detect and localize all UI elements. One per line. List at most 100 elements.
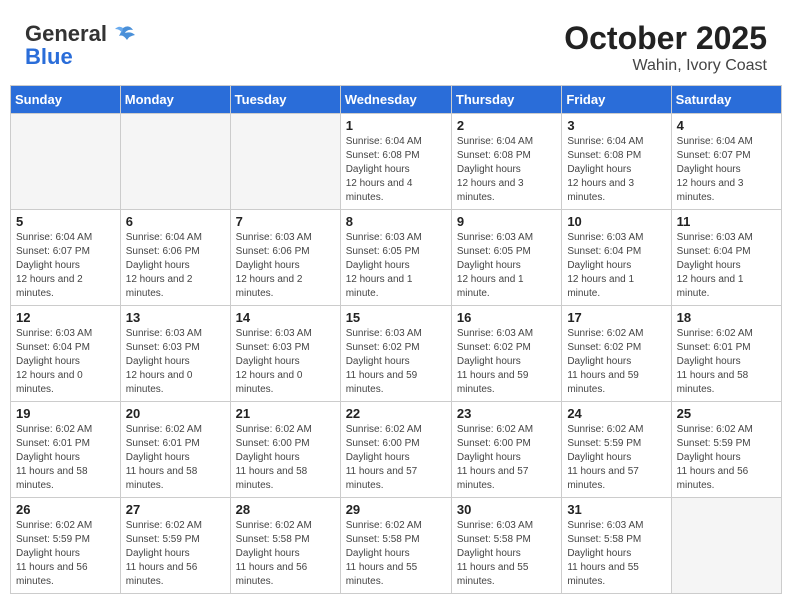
calendar-cell: 14 Sunrise: 6:03 AMSunset: 6:03 PMDayligh… — [230, 306, 340, 402]
calendar-cell: 17 Sunrise: 6:02 AMSunset: 6:02 PMDayligh… — [562, 306, 671, 402]
day-info: Sunrise: 6:03 AMSunset: 6:04 PMDaylight … — [16, 327, 115, 397]
logo: General Blue — [25, 20, 137, 70]
day-info: Sunrise: 6:02 AMSunset: 6:02 PMDaylight … — [567, 327, 665, 397]
day-info: Sunrise: 6:04 AMSunset: 6:07 PMDaylight … — [16, 231, 115, 301]
day-number: 23 — [457, 406, 556, 421]
day-number: 30 — [457, 502, 556, 517]
month-title: October 2025 — [564, 20, 767, 57]
calendar-table: SundayMondayTuesdayWednesdayThursdayFrid… — [10, 85, 782, 594]
day-info: Sunrise: 6:04 AMSunset: 6:08 PMDaylight … — [567, 135, 665, 205]
day-number: 10 — [567, 214, 665, 229]
calendar-cell: 3 Sunrise: 6:04 AMSunset: 6:08 PMDaylight… — [562, 114, 671, 210]
weekday-header-sunday: Sunday — [11, 86, 121, 114]
calendar-cell — [230, 114, 340, 210]
calendar-cell: 12 Sunrise: 6:03 AMSunset: 6:04 PMDayligh… — [11, 306, 121, 402]
calendar-cell: 19 Sunrise: 6:02 AMSunset: 6:01 PMDayligh… — [11, 402, 121, 498]
weekday-header-saturday: Saturday — [671, 86, 781, 114]
day-info: Sunrise: 6:03 AMSunset: 6:05 PMDaylight … — [457, 231, 556, 301]
calendar-cell: 24Sunrise: 6:02 AMSunset: 5:59 PMDayligh… — [562, 402, 671, 498]
day-number: 4 — [677, 118, 776, 133]
day-number: 5 — [16, 214, 115, 229]
day-info: Sunrise: 6:02 AMSunset: 5:58 PMDaylight … — [346, 519, 446, 589]
day-info: Sunrise: 6:02 AMSunset: 6:01 PMDaylight … — [16, 423, 115, 493]
calendar-cell: 29Sunrise: 6:02 AMSunset: 5:58 PMDayligh… — [340, 498, 451, 594]
calendar-cell: 4 Sunrise: 6:04 AMSunset: 6:07 PMDaylight… — [671, 114, 781, 210]
calendar-cell: 25Sunrise: 6:02 AMSunset: 5:59 PMDayligh… — [671, 402, 781, 498]
day-number: 26 — [16, 502, 115, 517]
day-info: Sunrise: 6:02 AMSunset: 6:00 PMDaylight … — [236, 423, 335, 493]
weekday-header-wednesday: Wednesday — [340, 86, 451, 114]
day-number: 27 — [126, 502, 225, 517]
day-info: Sunrise: 6:04 AMSunset: 6:08 PMDaylight … — [457, 135, 556, 205]
calendar-cell: 20 Sunrise: 6:02 AMSunset: 6:01 PMDayligh… — [120, 402, 230, 498]
day-info: Sunrise: 6:03 AMSunset: 5:58 PMDaylight … — [457, 519, 556, 589]
calendar-cell: 23 Sunrise: 6:02 AMSunset: 6:00 PMDayligh… — [451, 402, 561, 498]
day-info: Sunrise: 6:03 AMSunset: 6:02 PMDaylight … — [457, 327, 556, 397]
weekday-header-friday: Friday — [562, 86, 671, 114]
day-number: 8 — [346, 214, 446, 229]
day-info: Sunrise: 6:03 AMSunset: 6:06 PMDaylight … — [236, 231, 335, 301]
calendar-cell: 18 Sunrise: 6:02 AMSunset: 6:01 PMDayligh… — [671, 306, 781, 402]
day-number: 21 — [236, 406, 335, 421]
day-number: 17 — [567, 310, 665, 325]
day-number: 2 — [457, 118, 556, 133]
calendar-cell: 16 Sunrise: 6:03 AMSunset: 6:02 PMDayligh… — [451, 306, 561, 402]
day-number: 19 — [16, 406, 115, 421]
day-number: 13 — [126, 310, 225, 325]
day-info: Sunrise: 6:03 AMSunset: 6:03 PMDaylight … — [236, 327, 335, 397]
weekday-header-thursday: Thursday — [451, 86, 561, 114]
calendar-cell — [671, 498, 781, 594]
day-number: 28 — [236, 502, 335, 517]
calendar-cell: 11 Sunrise: 6:03 AMSunset: 6:04 PMDayligh… — [671, 210, 781, 306]
day-info: Sunrise: 6:03 AMSunset: 6:05 PMDaylight … — [346, 231, 446, 301]
calendar-cell: 7Sunrise: 6:03 AMSunset: 6:06 PMDaylight… — [230, 210, 340, 306]
day-info: Sunrise: 6:02 AMSunset: 6:01 PMDaylight … — [677, 327, 776, 397]
calendar-cell: 15 Sunrise: 6:03 AMSunset: 6:02 PMDayligh… — [340, 306, 451, 402]
day-info: Sunrise: 6:03 AMSunset: 5:58 PMDaylight … — [567, 519, 665, 589]
calendar-cell: 30 Sunrise: 6:03 AMSunset: 5:58 PMDayligh… — [451, 498, 561, 594]
weekday-header-monday: Monday — [120, 86, 230, 114]
location-subtitle: Wahin, Ivory Coast — [564, 57, 767, 75]
day-number: 20 — [126, 406, 225, 421]
day-info: Sunrise: 6:02 AMSunset: 5:59 PMDaylight … — [567, 423, 665, 493]
day-number: 31 — [567, 502, 665, 517]
calendar-cell: 28 Sunrise: 6:02 AMSunset: 5:58 PMDayligh… — [230, 498, 340, 594]
page-header: General Blue October 2025 Wahin, Ivory C… — [10, 10, 782, 80]
day-info: Sunrise: 6:03 AMSunset: 6:04 PMDaylight … — [567, 231, 665, 301]
calendar-cell: 2 Sunrise: 6:04 AMSunset: 6:08 PMDaylight… — [451, 114, 561, 210]
day-info: Sunrise: 6:02 AMSunset: 6:01 PMDaylight … — [126, 423, 225, 493]
day-number: 15 — [346, 310, 446, 325]
calendar-cell — [120, 114, 230, 210]
calendar-cell: 22 Sunrise: 6:02 AMSunset: 6:00 PMDayligh… — [340, 402, 451, 498]
day-info: Sunrise: 6:02 AMSunset: 5:59 PMDaylight … — [16, 519, 115, 589]
day-number: 18 — [677, 310, 776, 325]
calendar-cell: 6 Sunrise: 6:04 AMSunset: 6:06 PMDaylight… — [120, 210, 230, 306]
day-info: Sunrise: 6:02 AMSunset: 6:00 PMDaylight … — [346, 423, 446, 493]
calendar-cell — [11, 114, 121, 210]
calendar-cell: 10 Sunrise: 6:03 AMSunset: 6:04 PMDayligh… — [562, 210, 671, 306]
day-info: Sunrise: 6:02 AMSunset: 5:59 PMDaylight … — [126, 519, 225, 589]
day-info: Sunrise: 6:02 AMSunset: 5:59 PMDaylight … — [677, 423, 776, 493]
title-area: October 2025 Wahin, Ivory Coast — [564, 20, 767, 75]
day-number: 16 — [457, 310, 556, 325]
calendar-cell: 27 Sunrise: 6:02 AMSunset: 5:59 PMDayligh… — [120, 498, 230, 594]
day-number: 3 — [567, 118, 665, 133]
day-info: Sunrise: 6:02 AMSunset: 5:58 PMDaylight … — [236, 519, 335, 589]
calendar-cell: 8 Sunrise: 6:03 AMSunset: 6:05 PMDaylight… — [340, 210, 451, 306]
day-number: 1 — [346, 118, 446, 133]
calendar-cell: 21 Sunrise: 6:02 AMSunset: 6:00 PMDayligh… — [230, 402, 340, 498]
day-info: Sunrise: 6:03 AMSunset: 6:02 PMDaylight … — [346, 327, 446, 397]
calendar-cell: 13 Sunrise: 6:03 AMSunset: 6:03 PMDayligh… — [120, 306, 230, 402]
day-number: 11 — [677, 214, 776, 229]
day-number: 14 — [236, 310, 335, 325]
day-number: 6 — [126, 214, 225, 229]
calendar-cell: 5 Sunrise: 6:04 AMSunset: 6:07 PMDaylight… — [11, 210, 121, 306]
day-info: Sunrise: 6:04 AMSunset: 6:06 PMDaylight … — [126, 231, 225, 301]
day-number: 12 — [16, 310, 115, 325]
day-info: Sunrise: 6:03 AMSunset: 6:04 PMDaylight … — [677, 231, 776, 301]
day-number: 22 — [346, 406, 446, 421]
day-info: Sunrise: 6:04 AMSunset: 6:07 PMDaylight … — [677, 135, 776, 205]
weekday-header-tuesday: Tuesday — [230, 86, 340, 114]
day-info: Sunrise: 6:03 AMSunset: 6:03 PMDaylight … — [126, 327, 225, 397]
day-info: Sunrise: 6:02 AMSunset: 6:00 PMDaylight … — [457, 423, 556, 493]
